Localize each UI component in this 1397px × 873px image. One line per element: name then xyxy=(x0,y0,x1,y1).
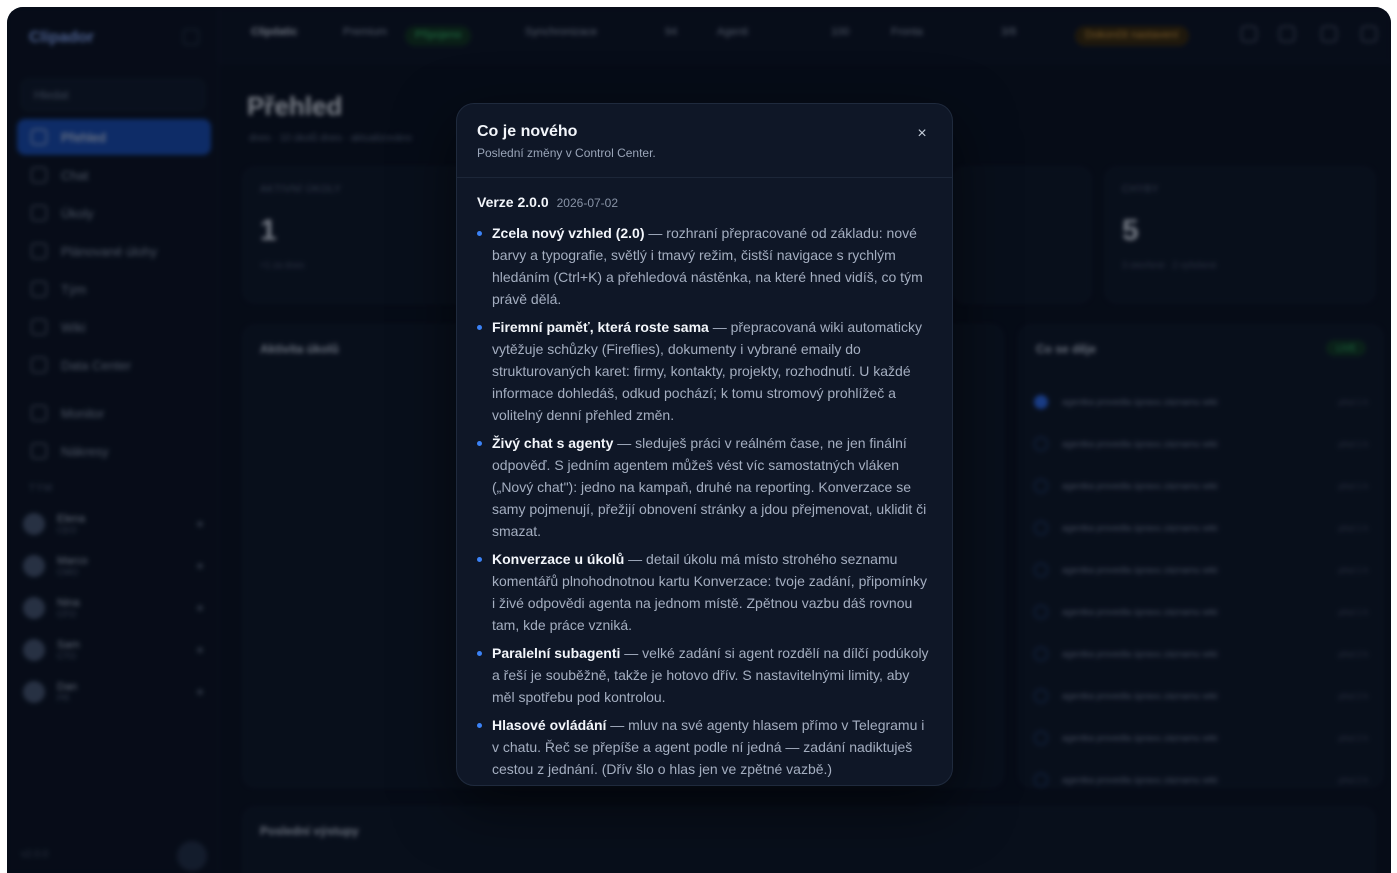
whats-new-dialog: Co je nového Poslední změny v Control Ce… xyxy=(456,103,953,786)
bullet-icon xyxy=(477,441,482,446)
app-window: Clipador Hledat Přehled Chat Úkoly Pláno… xyxy=(7,7,1391,873)
changelog-item-title: Paralelní subagenti xyxy=(492,645,621,661)
changelog-item-title: Konverzace u úkolů xyxy=(492,551,625,567)
bullet-icon xyxy=(477,231,482,236)
changelog-item: Zcela nový vzhled (2.0) — rozhraní přepr… xyxy=(477,222,932,310)
close-icon[interactable]: × xyxy=(914,126,930,142)
bullet-icon xyxy=(477,325,482,330)
version-header: Verze 2.0.0 2026-07-02 xyxy=(477,194,932,210)
changelog-item: Firemní paměť, která roste sama — přepra… xyxy=(477,316,932,426)
changelog-item: Hlasové ovládání — mluv na své agenty hl… xyxy=(477,714,932,780)
bullet-icon xyxy=(477,723,482,728)
dialog-header: Co je nového Poslední změny v Control Ce… xyxy=(457,104,952,178)
bullet-icon xyxy=(477,557,482,562)
changelog-item-title: Živý chat s agenty xyxy=(492,435,614,451)
bullet-icon xyxy=(477,651,482,656)
changelog-item: Konverzace u úkolů — detail úkolu má mís… xyxy=(477,548,932,636)
version-label: Verze 2.0.0 xyxy=(477,194,549,210)
changelog-item-title: Zcela nový vzhled (2.0) xyxy=(492,225,645,241)
changelog-item-title: Hlasové ovládání xyxy=(492,717,607,733)
dialog-title: Co je nového xyxy=(477,123,578,140)
changelog-item: Paralelní subagenti — velké zadání si ag… xyxy=(477,642,932,708)
changelog-list: Zcela nový vzhled (2.0) — rozhraní přepr… xyxy=(477,222,932,780)
dialog-subtitle: Poslední změny v Control Center. xyxy=(477,146,656,160)
dialog-body[interactable]: Verze 2.0.0 2026-07-02 Zcela nový vzhled… xyxy=(457,178,952,785)
changelog-item-title: Firemní paměť, která roste sama xyxy=(492,319,709,335)
version-date: 2026-07-02 xyxy=(556,196,619,210)
changelog-item: Živý chat s agenty — sleduješ práci v re… xyxy=(477,432,932,542)
